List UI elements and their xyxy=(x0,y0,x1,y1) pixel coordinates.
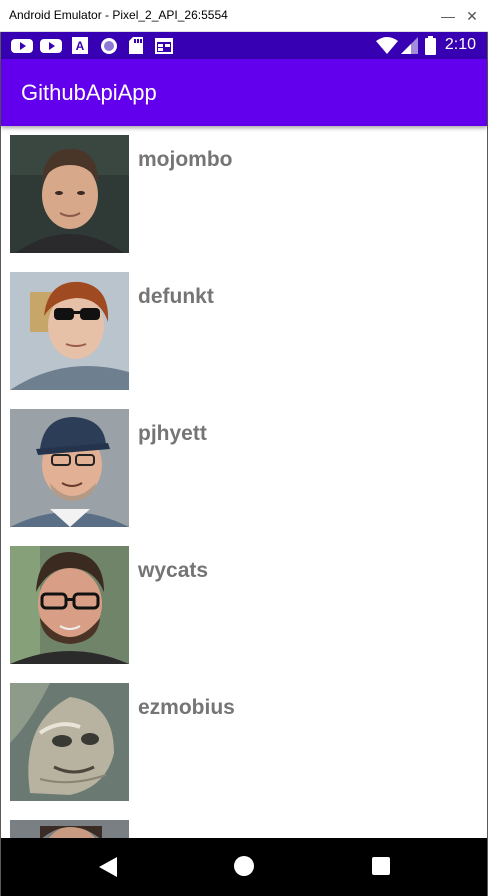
user-login: defunkt xyxy=(138,285,214,308)
svg-text:A: A xyxy=(76,39,85,53)
user-avatar xyxy=(10,546,129,664)
youtube-icon xyxy=(11,39,33,58)
navigation-bar xyxy=(1,838,487,896)
user-login: mojombo xyxy=(138,148,233,171)
emulator-titlebar: Android Emulator - Pixel_2_API_26:5554 —… xyxy=(0,0,488,32)
emulator-title: Android Emulator - Pixel_2_API_26:5554 xyxy=(9,8,228,22)
minimize-icon[interactable]: — xyxy=(438,6,458,26)
user-avatar xyxy=(10,409,129,527)
user-list-item[interactable]: pjhyett xyxy=(10,409,470,527)
wifi-icon xyxy=(376,37,398,59)
sd-card-icon xyxy=(129,37,143,59)
user-avatar xyxy=(10,135,129,253)
app-title: GithubApiApp xyxy=(21,80,157,105)
battery-icon xyxy=(425,36,436,60)
user-login: pjhyett xyxy=(138,422,207,445)
user-login: wycats xyxy=(138,559,209,582)
user-list-item[interactable]: wycats xyxy=(10,546,470,664)
user-list-item[interactable]: ezmobius xyxy=(10,683,470,801)
user-list-item[interactable]: defunkt xyxy=(10,272,470,390)
youtube-icon xyxy=(40,39,62,58)
user-avatar xyxy=(10,820,129,838)
circle-app-icon xyxy=(100,37,118,60)
recents-icon[interactable] xyxy=(372,857,390,880)
back-icon[interactable] xyxy=(99,857,117,882)
signal-icon xyxy=(401,37,418,59)
user-avatar xyxy=(10,272,129,390)
app-toolbar: GithubApiApp xyxy=(1,59,487,126)
status-time: 2:10 xyxy=(444,36,476,53)
font-app-icon: A xyxy=(72,37,88,59)
status-bar: A 2:10 xyxy=(1,32,487,59)
user-login: ezmobius xyxy=(138,696,235,719)
user-list-item[interactable]: mojombo xyxy=(10,135,470,253)
calendar-icon xyxy=(155,37,173,59)
home-icon[interactable] xyxy=(234,856,254,881)
user-list[interactable]: mojombo defunkt pjhyett wycats ezmobius xyxy=(1,126,487,838)
user-list-item[interactable] xyxy=(10,820,470,838)
close-icon[interactable]: ✕ xyxy=(462,6,482,26)
user-avatar xyxy=(10,683,129,801)
